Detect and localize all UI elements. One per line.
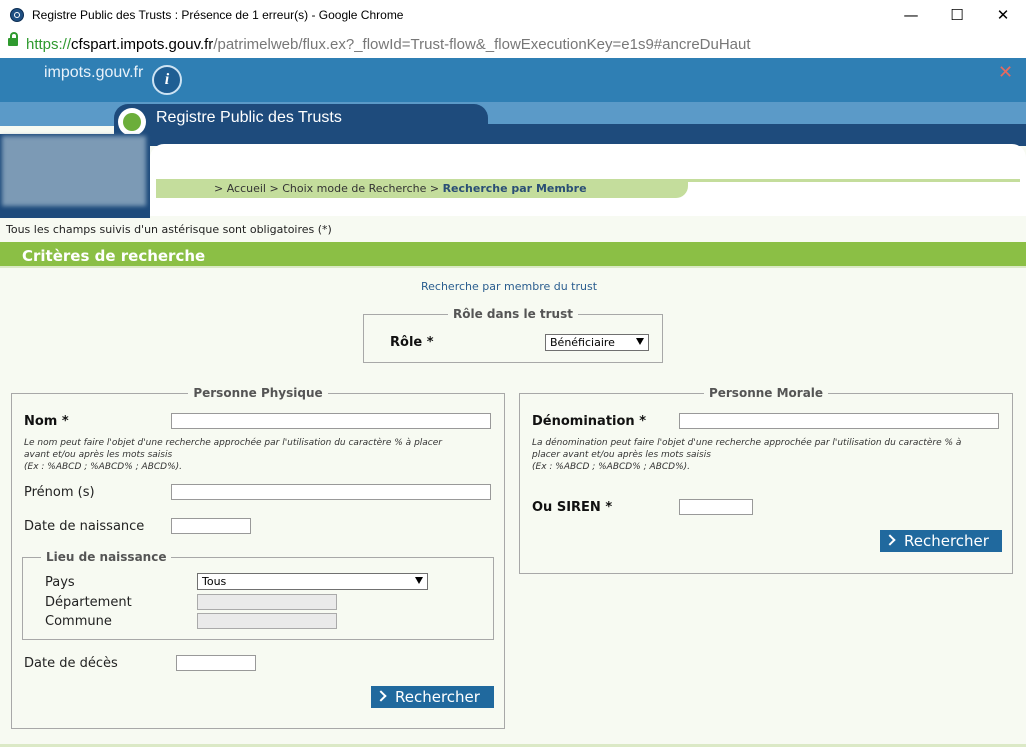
nom-hint-3: (Ex : %ABCD ; %ABCD% ; ABCD%). bbox=[24, 462, 183, 472]
date-deces-input[interactable] bbox=[176, 655, 256, 671]
siren-label: Ou SIREN * bbox=[532, 500, 613, 515]
denomination-label: Dénomination * bbox=[532, 414, 647, 429]
url-host: cfspart.impots.gouv.fr bbox=[71, 36, 214, 53]
app-badge-icon bbox=[118, 108, 146, 136]
denomination-hint-3: (Ex : %ABCD ; %ABCD% ; ABCD%). bbox=[532, 462, 691, 472]
url-path: /patrimelweb/flux.ex?_flowId=Trust-flow&… bbox=[213, 36, 751, 53]
rechercher-morale-button[interactable]: Rechercher bbox=[880, 530, 1002, 552]
personne-physique-legend: Personne Physique bbox=[193, 386, 323, 400]
denomination-input[interactable] bbox=[679, 413, 999, 429]
personne-morale-legend: Personne Morale bbox=[708, 386, 824, 400]
role-selected: Bénéficiaire bbox=[550, 336, 615, 349]
nom-input[interactable] bbox=[171, 413, 491, 429]
date-deces-label: Date de décès bbox=[24, 656, 118, 671]
url-text[interactable]: https://cfspart.impots.gouv.fr/patrimelw… bbox=[26, 36, 751, 53]
breadcrumb-path[interactable]: > Accueil > Choix mode de Recherche > bbox=[214, 182, 443, 195]
lock-icon[interactable] bbox=[8, 32, 18, 46]
prenom-input[interactable] bbox=[171, 484, 491, 500]
blurred-banner-image bbox=[2, 136, 146, 206]
pays-select[interactable]: Tous bbox=[197, 573, 428, 590]
dropdown-arrow-icon bbox=[415, 577, 423, 584]
page-viewport: impots.gouv.fr i ✕ Registre Public des T… bbox=[0, 58, 1026, 747]
pays-selected: Tous bbox=[202, 575, 227, 588]
url-scheme: https:// bbox=[26, 36, 72, 53]
app-title: Registre Public des Trusts bbox=[156, 109, 342, 126]
search-subtitle: Recherche par membre du trust bbox=[421, 280, 598, 293]
role-select[interactable]: Bénéficiaire bbox=[545, 334, 649, 351]
nom-label: Nom * bbox=[24, 414, 69, 429]
nom-hint-2: avant et/ou après les mots saisis bbox=[24, 450, 173, 460]
chevron-right-icon bbox=[375, 690, 387, 702]
lieu-naissance-legend: Lieu de naissance bbox=[46, 550, 167, 564]
nom-hint-1: Le nom peut faire l'objet d'une recherch… bbox=[24, 438, 442, 448]
rechercher-physique-label: Rechercher bbox=[395, 688, 480, 706]
maximize-button[interactable]: ☐ bbox=[934, 0, 980, 31]
required-fields-note: Tous les champs suivis d'un astérisque s… bbox=[6, 223, 332, 236]
date-naissance-input[interactable] bbox=[171, 518, 251, 534]
minimize-button[interactable]: — bbox=[888, 0, 934, 31]
siren-input[interactable] bbox=[679, 499, 753, 515]
dropdown-arrow-icon bbox=[636, 338, 644, 345]
breadcrumb: > Accueil > Choix mode de Recherche > Re… bbox=[214, 182, 587, 195]
commune-input-disabled bbox=[197, 613, 337, 629]
site-logo[interactable]: impots.gouv.fr bbox=[44, 64, 143, 82]
role-label: Rôle * bbox=[390, 335, 434, 350]
commune-label: Commune bbox=[45, 614, 112, 629]
header-navy-band bbox=[488, 124, 1026, 146]
close-icon[interactable]: ✕ bbox=[998, 62, 1013, 83]
chevron-right-icon bbox=[884, 534, 896, 546]
pays-label: Pays bbox=[45, 575, 75, 590]
rechercher-physique-button[interactable]: Rechercher bbox=[371, 686, 494, 708]
chrome-app-icon bbox=[10, 8, 24, 22]
section-divider bbox=[0, 266, 1026, 268]
section-title: Critères de recherche bbox=[22, 247, 206, 265]
breadcrumb-current: Recherche par Membre bbox=[442, 182, 587, 195]
info-icon[interactable]: i bbox=[152, 65, 182, 95]
date-naissance-label: Date de naissance bbox=[24, 519, 145, 534]
denomination-hint-1: La dénomination peut faire l'objet d'une… bbox=[532, 438, 962, 448]
breadcrumb-line bbox=[688, 179, 1020, 182]
departement-label: Département bbox=[45, 595, 132, 610]
window-title: Registre Public des Trusts : Présence de… bbox=[32, 8, 404, 22]
close-window-button[interactable]: ✕ bbox=[980, 0, 1026, 31]
rechercher-morale-label: Rechercher bbox=[904, 532, 989, 550]
departement-input-disabled bbox=[197, 594, 337, 610]
role-legend: Rôle dans le trust bbox=[453, 307, 573, 321]
denomination-hint-2: placer avant et/ou après les mots saisis bbox=[532, 450, 711, 460]
prenom-label: Prénom (s) bbox=[24, 485, 95, 500]
